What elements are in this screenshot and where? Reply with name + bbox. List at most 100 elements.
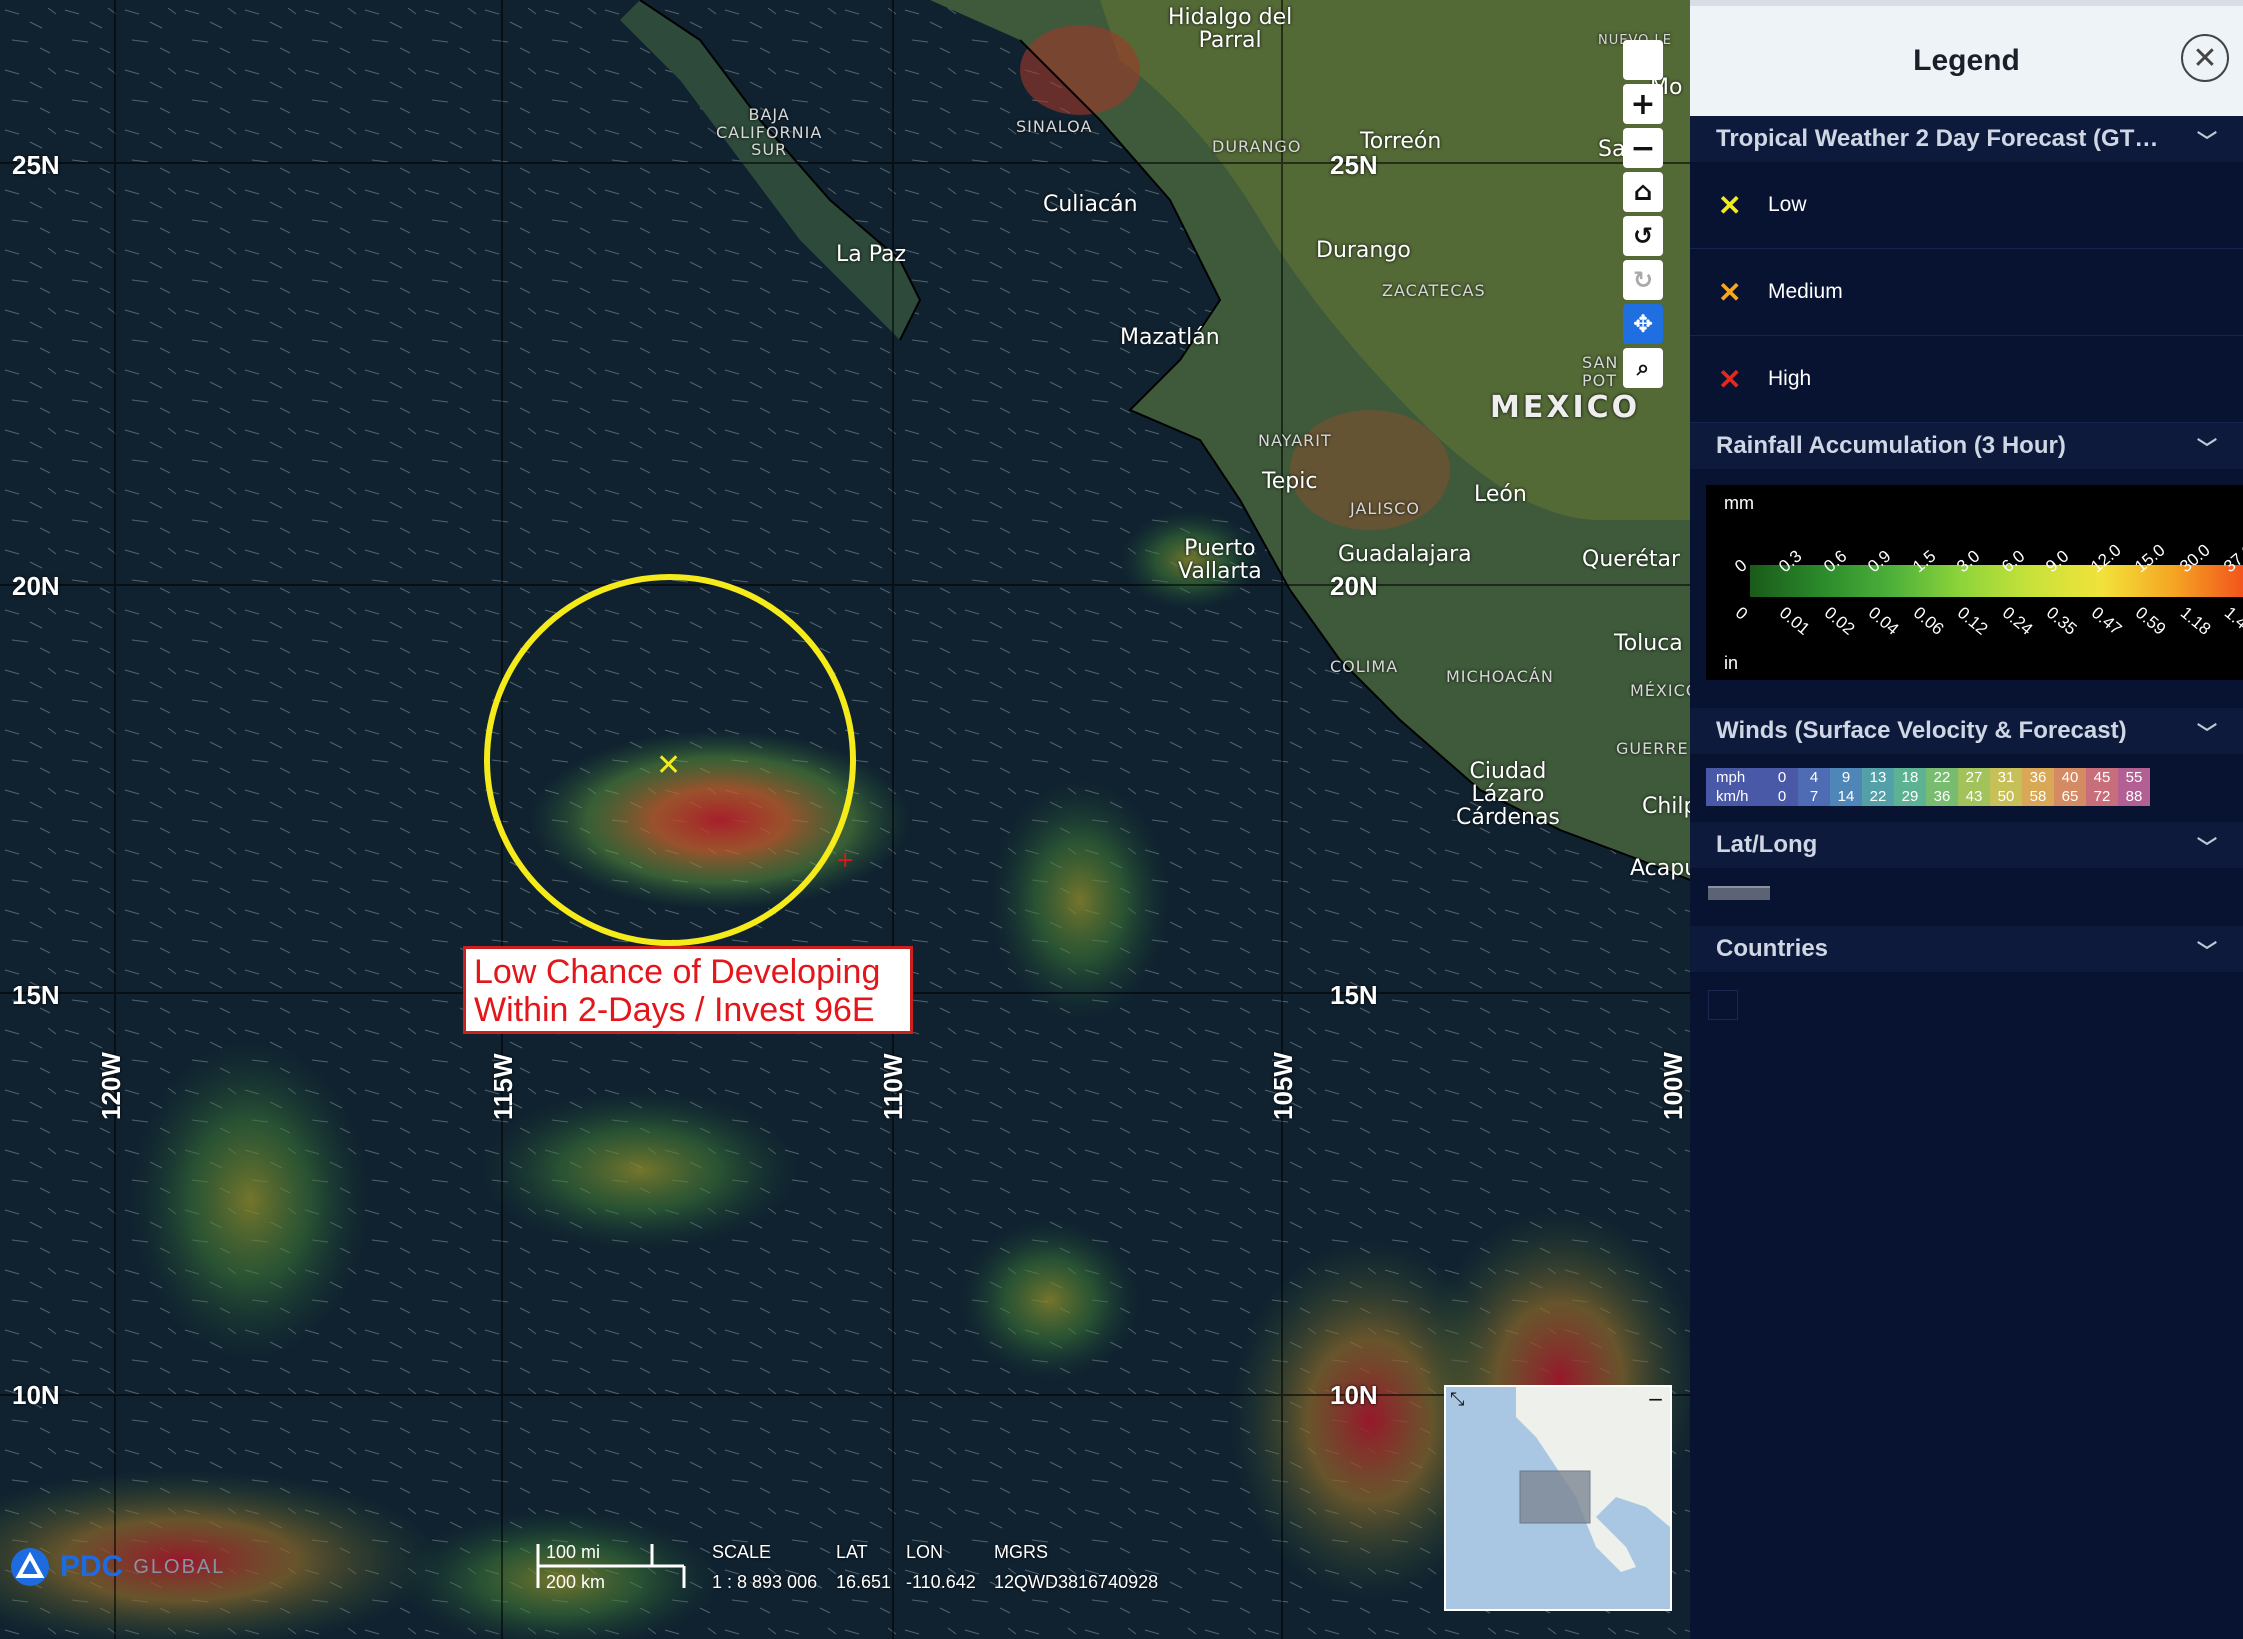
wind-speed-scale: mph 0 4 9 13 18 22 27 31 36 40 45 55 km/h 0 7 14 22 29 3… — [1706, 768, 2150, 806]
wind-kmh-value: 7 — [1798, 787, 1830, 806]
rainfall-unit-in: in — [1724, 653, 1739, 673]
lat-label-15n: 15N — [12, 980, 60, 1010]
place-lazaro-cardenas: Ciudad Lázaro Cárdenas — [1456, 759, 1560, 831]
legend-section-rainfall[interactable]: Rainfall Accumulation (3 Hour) ﹀ — [1690, 423, 2243, 469]
wind-kmh-row: km/h 0 7 14 22 29 36 43 50 58 65 72 88 — [1706, 787, 2150, 806]
chevron-down-icon[interactable]: ﹀ — [2197, 831, 2217, 860]
rainfall-color-scale: mm in 0 0.3 0.6 0.9 1.5 3.0 6.0 9.0 12.0 15.0 30.0… — [1706, 485, 2243, 680]
chevron-down-icon[interactable]: ﹀ — [2197, 125, 2217, 154]
wind-mph-value: 13 — [1862, 768, 1894, 787]
rotate-left-icon[interactable]: ↺ — [1623, 216, 1663, 256]
lat-value: 16.651 — [836, 1572, 892, 1592]
wind-mph-value: 9 — [1830, 768, 1862, 787]
wind-kmh-value: 36 — [1926, 787, 1958, 806]
chevron-down-icon[interactable]: ﹀ — [2197, 717, 2217, 746]
blank-tool-button[interactable] — [1623, 40, 1663, 80]
mgrs-value: 12QWD3816740928 — [994, 1572, 1159, 1592]
wind-mph-value: 31 — [1990, 768, 2022, 787]
map-view[interactable]: 25N 20N 15N 10N 25N 20N 15N 10N 120W 115… — [0, 0, 1690, 1639]
wind-kmh-value: 0 — [1766, 787, 1798, 806]
zoom-box-icon[interactable]: ⌕ — [1623, 348, 1663, 388]
legend-section-lat-long[interactable]: Lat/Long ﹀ — [1690, 822, 2243, 868]
low-marker-icon: ✕ — [1718, 189, 1742, 221]
legend-title: Legend — [1913, 44, 2020, 77]
legend-header: Legend ✕ — [1690, 0, 2243, 116]
place-puerto-vallarta: Puerto Vallarta — [1178, 536, 1262, 585]
pan-icon[interactable]: ✥ — [1623, 304, 1663, 344]
wind-mph-value: 36 — [2022, 768, 2054, 787]
place-hidalgo-del-parral: Hidalgo del Parral — [1168, 5, 1293, 54]
state-guerrero: GUERRE — [1616, 739, 1689, 758]
legend-section-tropical-weather[interactable]: Tropical Weather 2 Day Forecast (GT… ﹀ — [1690, 116, 2243, 162]
scale-label: SCALE — [712, 1542, 772, 1562]
rainfall-in-tick: 1.18 — [2176, 603, 2214, 639]
minimap-expand-icon[interactable]: ⤡ — [1450, 1389, 1464, 1410]
rainfall-unit-mm: mm — [1724, 493, 1754, 513]
legend-panel: Legend ✕ Tropical Weather 2 Day Forecast… — [1690, 0, 2243, 1639]
minimap-graphic — [1446, 1387, 1670, 1609]
lon-label-115w: 115W — [488, 1053, 518, 1121]
legend-section-winds[interactable]: Winds (Surface Velocity & Forecast) ﹀ — [1690, 708, 2243, 754]
legend-item-medium-label: Medium — [1768, 280, 1843, 303]
place-acapulco: Acapu — [1630, 856, 1690, 881]
place-queretaro: Querétar — [1582, 547, 1681, 572]
rainfall-gradient-bar — [1750, 565, 2243, 597]
wind-kmh-value: 88 — [2118, 787, 2150, 806]
rainfall-mm-tick: 0 — [1731, 555, 1751, 577]
rainfall-in-tick: 1.46 — [2220, 603, 2243, 639]
lat-label-10n: 10N — [12, 1380, 60, 1410]
state-michoacan: MICHOACÁN — [1446, 667, 1554, 686]
home-icon[interactable]: ⌂ — [1623, 172, 1663, 212]
lat-label-25n: 25N — [12, 150, 60, 180]
pdc-logo: PDC GLOBAL — [10, 1547, 225, 1587]
country-label-mexico: MEXICO — [1490, 390, 1641, 425]
state-mexico: MÉXICO — [1630, 681, 1690, 700]
lat-label: LAT — [836, 1542, 868, 1562]
legend-section-countries[interactable]: Countries ﹀ — [1690, 926, 2243, 972]
wind-kmh-value: 22 — [1862, 787, 1894, 806]
place-tepic: Tepic — [1262, 469, 1318, 494]
wind-mph-value: 45 — [2086, 768, 2118, 787]
callout-line-1: Low Chance of Developing — [474, 953, 881, 991]
rainfall-in-tick: 0.04 — [1865, 603, 1903, 639]
lon-label-110w: 110W — [878, 1053, 908, 1121]
wind-mph-label: mph — [1706, 768, 1766, 787]
minimap-collapse-icon[interactable]: − — [1647, 1387, 1664, 1411]
chevron-down-icon[interactable]: ﹀ — [2197, 935, 2217, 964]
wind-mph-value: 55 — [2118, 768, 2150, 787]
zoom-out-icon[interactable]: − — [1623, 128, 1663, 168]
map-toolbar: + − ⌂ ↺ ↻ ✥ ⌕ — [1623, 40, 1667, 392]
wind-kmh-value: 43 — [1958, 787, 1990, 806]
mgrs-label: MGRS — [994, 1542, 1048, 1562]
overview-minimap[interactable]: ⤡ − — [1444, 1385, 1672, 1611]
close-icon[interactable]: ✕ — [2181, 34, 2229, 82]
legend-item-low-label: Low — [1768, 193, 1807, 216]
medium-marker-icon: ✕ — [1718, 276, 1742, 308]
lat-long-swatch — [1708, 886, 1770, 900]
wind-mph-row: mph 0 4 9 13 18 22 27 31 36 40 45 55 — [1706, 768, 2150, 787]
wind-kmh-value: 14 — [1830, 787, 1862, 806]
state-nayarit: NAYARIT — [1258, 431, 1332, 450]
legend-item-high-label: High — [1768, 367, 1812, 390]
state-san-luis-potosi: SAN POT — [1582, 353, 1619, 390]
logo-suffix: GLOBAL — [133, 1555, 226, 1578]
lon-label-100w: 100W — [1658, 1052, 1688, 1120]
rainfall-in-tick: 0 — [1731, 603, 1752, 624]
place-torreon: Torreón — [1360, 129, 1442, 154]
place-la-paz: La Paz — [836, 242, 907, 267]
section-title-lat-long: Lat/Long — [1716, 831, 1818, 858]
wind-kmh-value: 58 — [2022, 787, 2054, 806]
forecast-callout: Low Chance of Developing Within 2-Days /… — [463, 946, 913, 1034]
place-toluca: Toluca — [1614, 631, 1683, 656]
state-durango: DURANGO — [1212, 137, 1302, 156]
rainfall-in-tick: 0.35 — [2042, 603, 2081, 639]
place-saltillo: Sa — [1598, 137, 1626, 162]
zoom-in-icon[interactable]: + — [1623, 84, 1663, 124]
state-baja-california-sur: BAJA CALIFORNIA SUR — [716, 105, 823, 160]
rainfall-in-tick: 0.47 — [2087, 603, 2125, 639]
forecast-low-marker-icon[interactable]: ✕ — [656, 748, 681, 783]
lat-label-20n-east: 20N — [1330, 571, 1378, 601]
chevron-down-icon[interactable]: ﹀ — [2197, 432, 2217, 461]
rotate-right-icon[interactable]: ↻ — [1623, 260, 1663, 300]
section-title-rainfall: Rainfall Accumulation (3 Hour) — [1716, 432, 2066, 459]
